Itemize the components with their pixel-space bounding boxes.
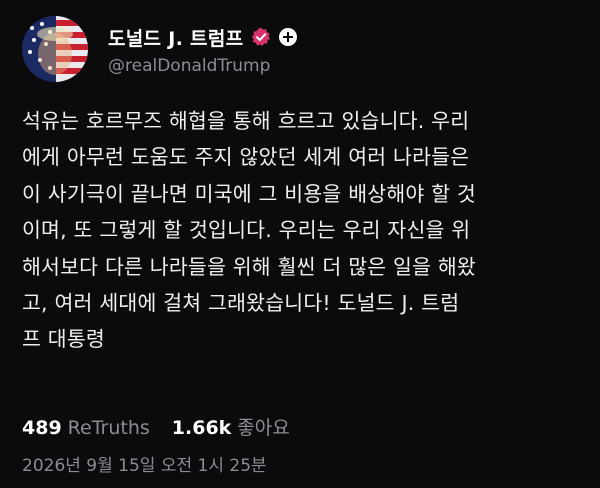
post-stats: 489 ReTruths 1.66k 좋아요 (22, 413, 290, 440)
post-card: 도널드 J. 트럼프 @realDonaldTrump 석유는 호르무즈 해협을… (0, 0, 600, 488)
post-text: 석유는 호르무즈 해협을 통해 흐르고 있습니다. 우리 에게 아무런 도움도 … (22, 109, 476, 352)
post-header: 도널드 J. 트럼프 @realDonaldTrump (22, 16, 582, 82)
likes-count[interactable]: 1.66k (172, 417, 232, 439)
post-timestamp: 2026년 9월 15일 오전 1시 25분 (22, 456, 267, 476)
verified-badge-icon (251, 27, 271, 47)
likes-label[interactable]: 좋아요 (237, 413, 289, 440)
plus-icon[interactable] (279, 28, 298, 46)
avatar[interactable] (22, 16, 88, 82)
author-handle[interactable]: @realDonaldTrump (108, 56, 270, 76)
author-display-name[interactable]: 도널드 J. 트럼프 (108, 24, 243, 51)
retruths-label[interactable]: ReTruths (68, 417, 150, 439)
author-name-row: 도널드 J. 트럼프 (108, 22, 298, 52)
retruths-count[interactable]: 489 (22, 417, 62, 439)
avatar-image (22, 16, 88, 82)
